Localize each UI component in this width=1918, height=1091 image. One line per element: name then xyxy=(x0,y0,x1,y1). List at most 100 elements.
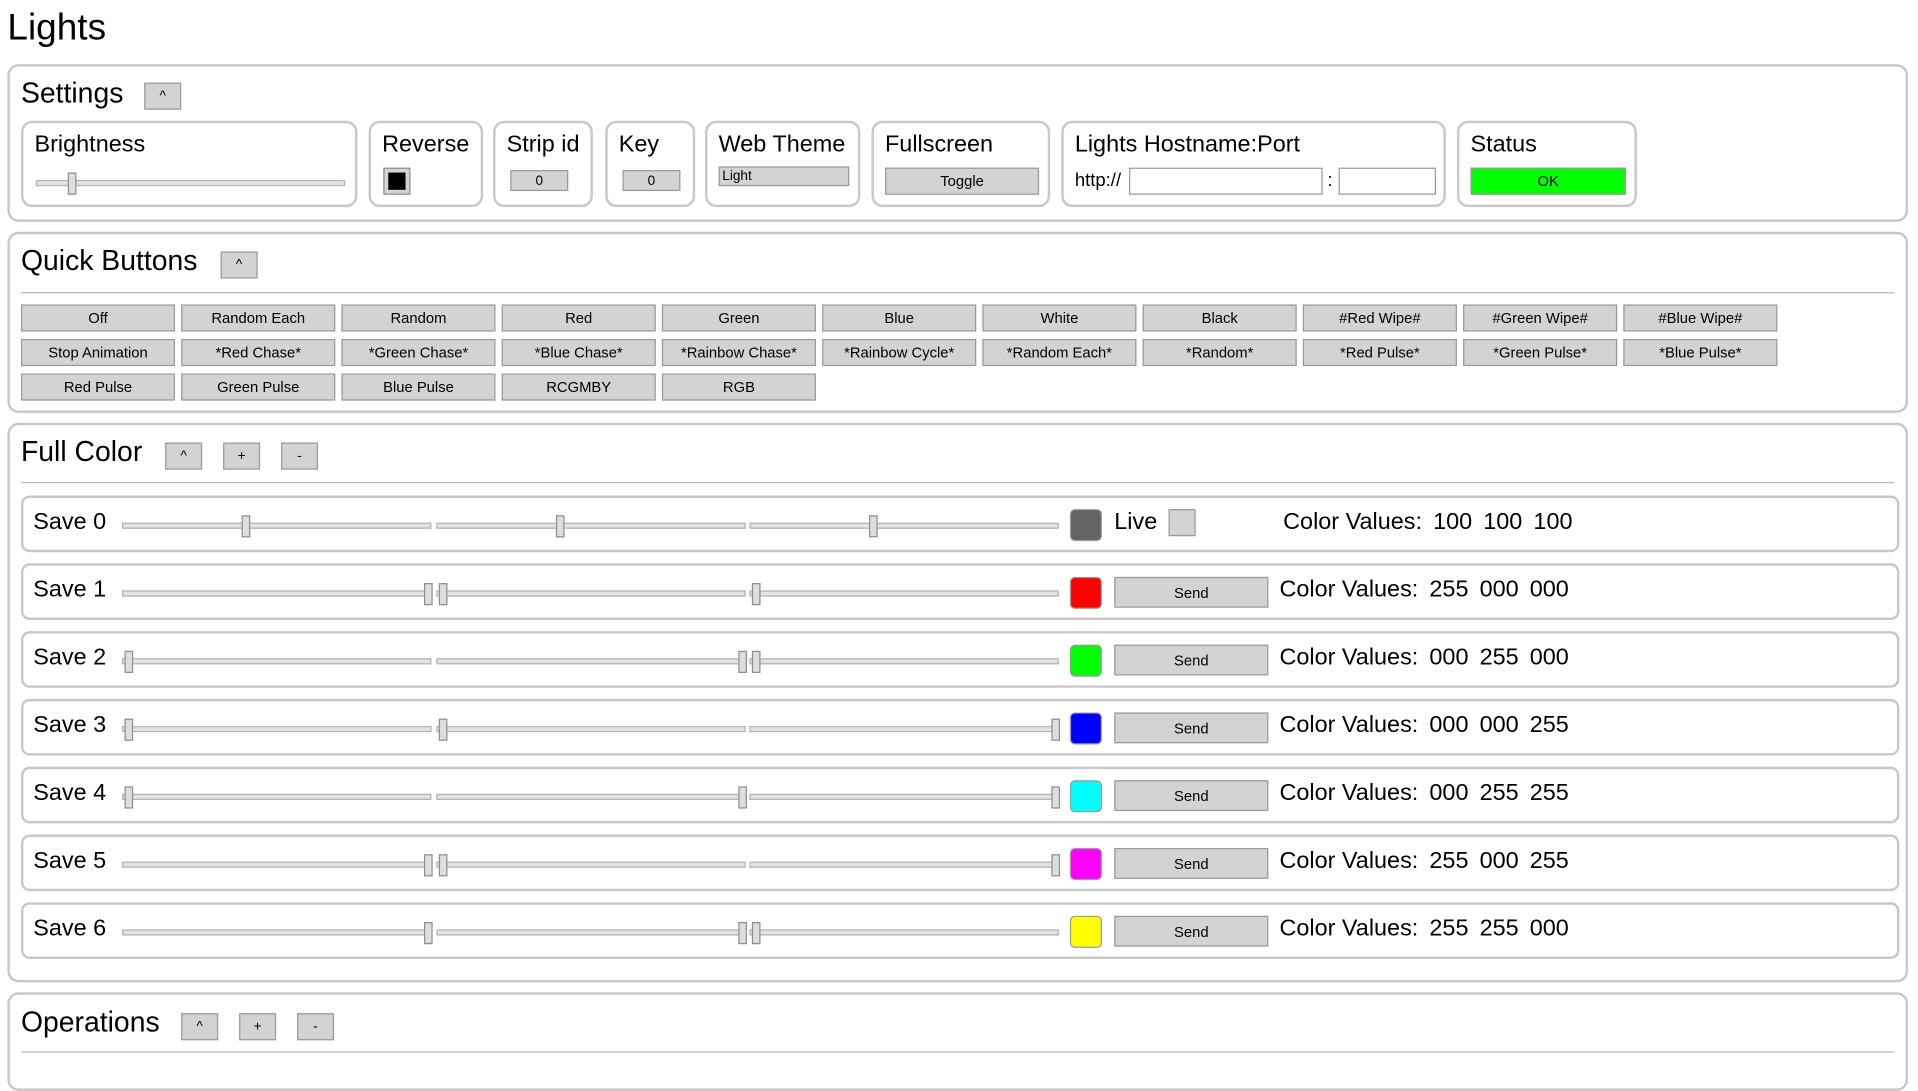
quick-button[interactable]: Off xyxy=(20,304,176,332)
save-r-slider-thumb[interactable] xyxy=(424,921,433,945)
send-button[interactable]: Send xyxy=(1114,644,1269,676)
quick-button[interactable]: Red Pulse xyxy=(20,373,176,401)
color-swatch[interactable] xyxy=(1069,848,1102,881)
save-g-slider[interactable] xyxy=(436,650,747,673)
save-r-slider-thumb[interactable] xyxy=(241,515,251,538)
color-swatch[interactable] xyxy=(1069,509,1102,542)
save-b-slider-thumb[interactable] xyxy=(1051,718,1061,741)
quick-button[interactable]: White xyxy=(982,304,1137,332)
save-g-slider-thumb[interactable] xyxy=(556,515,565,538)
quick-button[interactable]: #Blue Wipe# xyxy=(1623,304,1778,332)
quick-button[interactable]: RCGMBY xyxy=(501,373,656,401)
save-g-slider-thumb[interactable] xyxy=(438,854,448,877)
save-r-slider-thumb[interactable] xyxy=(124,786,134,809)
color-swatch[interactable] xyxy=(1069,644,1102,677)
operations-remove-button[interactable]: - xyxy=(297,1013,335,1041)
live-checkbox[interactable] xyxy=(1168,509,1196,537)
quick-button[interactable]: *Green Chase* xyxy=(341,338,496,367)
save-r-slider[interactable] xyxy=(122,583,433,606)
save-r-slider-thumb[interactable] xyxy=(124,718,134,741)
color-swatch[interactable] xyxy=(1069,576,1102,609)
quick-button[interactable]: *Green Pulse* xyxy=(1463,338,1618,367)
save-b-slider[interactable] xyxy=(749,786,1061,809)
web-theme-select[interactable]: Light xyxy=(718,166,850,187)
color-swatch[interactable] xyxy=(1069,780,1102,813)
quick-buttons-collapse-button[interactable]: ^ xyxy=(220,251,258,279)
save-b-slider-thumb[interactable] xyxy=(751,650,761,673)
quick-button[interactable]: *Random* xyxy=(1142,338,1297,367)
quick-button[interactable]: *Rainbow Chase* xyxy=(661,338,816,367)
save-b-slider[interactable] xyxy=(749,583,1059,606)
save-g-slider[interactable] xyxy=(436,583,746,606)
key-input[interactable]: 0 xyxy=(622,170,681,192)
quick-button[interactable]: Green Pulse xyxy=(181,373,336,401)
save-g-slider[interactable] xyxy=(436,515,746,538)
save-r-slider[interactable] xyxy=(122,515,432,538)
save-r-slider[interactable] xyxy=(122,650,432,673)
strip-id-input[interactable]: 0 xyxy=(510,170,569,192)
send-button[interactable]: Send xyxy=(1114,780,1269,812)
save-g-slider[interactable] xyxy=(436,718,746,741)
quick-button[interactable]: *Random Each* xyxy=(982,338,1137,367)
send-button[interactable]: Send xyxy=(1114,712,1269,744)
quick-button[interactable]: Stop Animation xyxy=(20,338,176,367)
fullscreen-toggle-button[interactable]: Toggle xyxy=(885,167,1040,195)
save-r-slider[interactable] xyxy=(122,854,433,877)
full-color-collapse-button[interactable]: ^ xyxy=(165,442,203,470)
quick-button[interactable]: Black xyxy=(1142,304,1297,332)
save-b-slider[interactable] xyxy=(749,854,1061,877)
save-g-slider-thumb[interactable] xyxy=(438,718,448,741)
quick-button[interactable]: *Rainbow Cycle* xyxy=(822,338,977,367)
quick-button[interactable]: RGB xyxy=(661,373,816,401)
save-g-slider[interactable] xyxy=(436,854,746,877)
brightness-slider-thumb[interactable] xyxy=(67,172,76,195)
quick-button[interactable]: Blue xyxy=(822,304,977,332)
save-b-slider-thumb[interactable] xyxy=(1051,854,1061,877)
quick-button[interactable]: *Red Pulse* xyxy=(1302,338,1457,367)
save-r-slider[interactable] xyxy=(122,718,432,741)
full-color-remove-button[interactable]: - xyxy=(281,442,319,470)
color-swatch[interactable] xyxy=(1069,712,1102,745)
quick-button[interactable]: Green xyxy=(661,304,816,332)
hostname-input[interactable] xyxy=(1129,167,1323,195)
save-b-slider-thumb[interactable] xyxy=(1051,786,1061,809)
save-g-slider-thumb[interactable] xyxy=(738,650,747,673)
full-color-add-button[interactable]: + xyxy=(223,442,261,470)
save-b-slider-thumb[interactable] xyxy=(751,583,761,606)
color-swatch[interactable] xyxy=(1069,915,1102,948)
quick-button[interactable]: *Blue Chase* xyxy=(501,338,656,367)
save-g-slider-thumb[interactable] xyxy=(738,921,747,945)
reverse-checkbox[interactable] xyxy=(383,167,411,195)
quick-button[interactable]: *Red Chase* xyxy=(181,338,336,367)
save-r-slider-thumb[interactable] xyxy=(124,650,134,673)
save-g-slider-thumb[interactable] xyxy=(738,786,747,809)
operations-collapse-button[interactable]: ^ xyxy=(181,1013,219,1041)
brightness-slider[interactable] xyxy=(35,172,346,195)
save-r-slider-thumb[interactable] xyxy=(424,583,433,606)
save-b-slider[interactable] xyxy=(749,515,1059,538)
quick-button[interactable]: #Red Wipe# xyxy=(1302,304,1457,332)
save-b-slider-thumb[interactable] xyxy=(869,515,878,538)
operations-add-button[interactable]: + xyxy=(239,1013,277,1041)
save-b-slider[interactable] xyxy=(749,718,1061,741)
port-input[interactable] xyxy=(1338,167,1436,195)
save-b-slider[interactable] xyxy=(749,650,1059,673)
save-b-slider[interactable] xyxy=(749,921,1059,945)
settings-collapse-button[interactable]: ^ xyxy=(144,82,182,110)
quick-button[interactable]: Blue Pulse xyxy=(341,373,496,401)
save-r-slider-thumb[interactable] xyxy=(424,854,433,877)
save-g-slider[interactable] xyxy=(436,786,747,809)
quick-button[interactable]: *Blue Pulse* xyxy=(1623,338,1778,367)
save-b-slider-thumb[interactable] xyxy=(751,921,761,945)
quick-button[interactable]: Red xyxy=(501,304,656,332)
quick-button[interactable]: Random Each xyxy=(181,304,336,332)
save-g-slider[interactable] xyxy=(436,921,747,945)
save-r-slider[interactable] xyxy=(122,921,433,945)
send-button[interactable]: Send xyxy=(1114,915,1269,947)
send-button[interactable]: Send xyxy=(1114,848,1269,879)
quick-button[interactable]: Random xyxy=(341,304,496,332)
send-button[interactable]: Send xyxy=(1114,576,1269,608)
save-g-slider-thumb[interactable] xyxy=(438,583,448,606)
save-r-slider[interactable] xyxy=(122,786,432,809)
quick-button[interactable]: #Green Wipe# xyxy=(1463,304,1618,332)
